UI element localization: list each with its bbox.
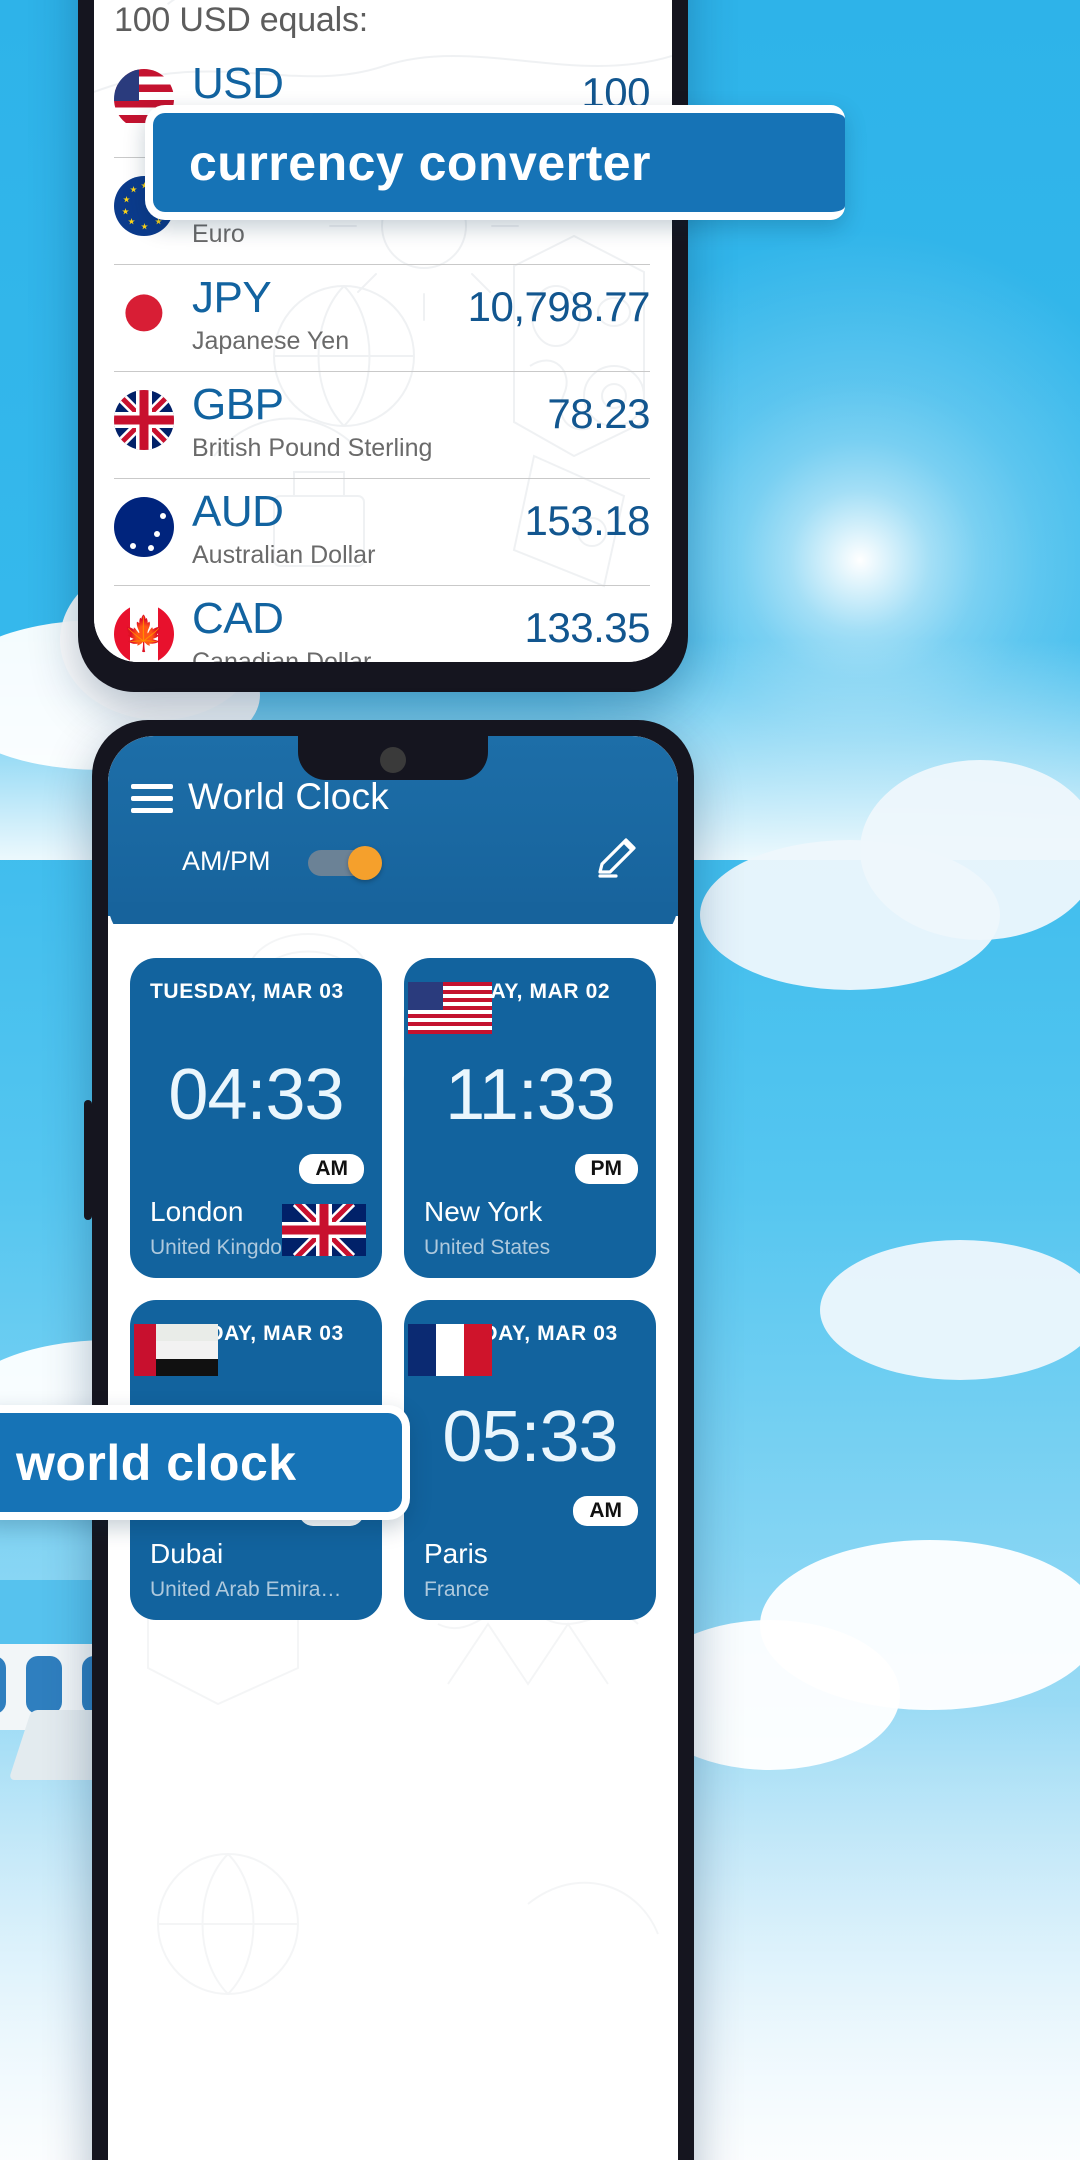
pencil-edit-icon[interactable]	[592, 832, 644, 884]
currency-value: 10,798.77	[467, 283, 651, 330]
currency-row[interactable]: 🍁 CAD Canadian Dollar 133.35	[114, 586, 651, 662]
clock-card-city: Dubai	[150, 1538, 224, 1569]
currency-app-screen: 100 USD equals: USD United States Dollar…	[94, 0, 672, 662]
hamburger-menu-icon[interactable]	[131, 784, 173, 814]
clock-card-time: 04:33	[168, 1055, 344, 1135]
clock-card-time: 05:33	[442, 1397, 618, 1477]
currency-code: USD	[192, 59, 284, 108]
meridiem-badge: AM	[299, 1154, 364, 1184]
clock-card-city: London	[150, 1196, 244, 1227]
gb-flag-icon	[114, 390, 174, 450]
clock-card-city: Paris	[424, 1538, 488, 1569]
page-title: World Clock	[188, 776, 389, 817]
jp-flag-icon	[114, 283, 174, 343]
front-camera-icon	[380, 747, 406, 773]
currency-code: CAD	[192, 594, 284, 643]
clock-card-time: 11:33	[445, 1055, 616, 1135]
currency-phone-mockup: 100 USD equals: USD United States Dollar…	[78, 0, 688, 692]
app-bar: World Clock AM/PM	[108, 736, 678, 950]
meridiem-badge: AM	[573, 1496, 638, 1526]
currency-row[interactable]: GBP British Pound Sterling 78.23	[114, 372, 650, 479]
clock-card-country: United Kingdom	[150, 1236, 300, 1259]
us-flag-icon	[408, 982, 492, 1034]
callout-label: currency converter	[189, 134, 652, 191]
currency-code: JPY	[192, 273, 272, 322]
clock-card-date: TUESDAY, MAR 03	[150, 980, 344, 1003]
currency-code: AUD	[192, 487, 284, 536]
clock-card[interactable]: TUESDAY, MAR 03 05:33 AM Paris France	[404, 1300, 656, 1620]
clock-card-country: United States	[424, 1236, 551, 1259]
meridiem-badge: PM	[574, 1154, 638, 1184]
fr-flag-icon	[408, 1324, 492, 1376]
callout-badge-currency: currency converter	[145, 105, 845, 220]
currency-code: GBP	[192, 380, 284, 429]
toggle-knob	[348, 846, 382, 880]
currency-name: Euro	[192, 220, 245, 248]
ae-flag-icon	[134, 1324, 218, 1376]
clock-cards-grid: TUESDAY, MAR 03 04:33 AM London United K…	[108, 924, 678, 2160]
clock-card[interactable]: TUESDAY, MAR 03 04:33 AM London United K…	[130, 958, 382, 1278]
currency-value: 133.35	[524, 604, 651, 651]
currency-name: Australian Dollar	[192, 541, 376, 569]
phone-side-button	[84, 1100, 92, 1220]
currency-name: Canadian Dollar	[192, 648, 372, 662]
currency-row[interactable]: AUD Australian Dollar 153.18	[114, 479, 651, 586]
ca-flag-icon: 🍁	[114, 604, 174, 662]
phone-notch	[298, 736, 488, 780]
conversion-header: 100 USD equals:	[114, 1, 369, 39]
currency-row[interactable]: JPY Japanese Yen 10,798.77	[114, 265, 651, 372]
currency-name: Japanese Yen	[192, 327, 350, 355]
currency-name: British Pound Sterling	[192, 434, 433, 462]
callout-badge-clock: world clock	[0, 1405, 410, 1520]
ampm-label: AM/PM	[182, 846, 271, 876]
clock-card-country: France	[424, 1578, 490, 1601]
currency-value: 78.23	[547, 390, 650, 437]
au-flag-icon	[114, 497, 174, 557]
gb-flag-icon	[282, 1204, 366, 1256]
clock-card-country: United Arab Emira…	[150, 1578, 342, 1601]
callout-label: world clock	[16, 1434, 297, 1491]
ampm-toggle[interactable]	[308, 846, 382, 880]
currency-value: 153.18	[524, 497, 651, 544]
clock-card[interactable]: MONDAY, MAR 02 11:33 PM New York United …	[404, 958, 656, 1278]
clock-card-city: New York	[424, 1196, 543, 1227]
